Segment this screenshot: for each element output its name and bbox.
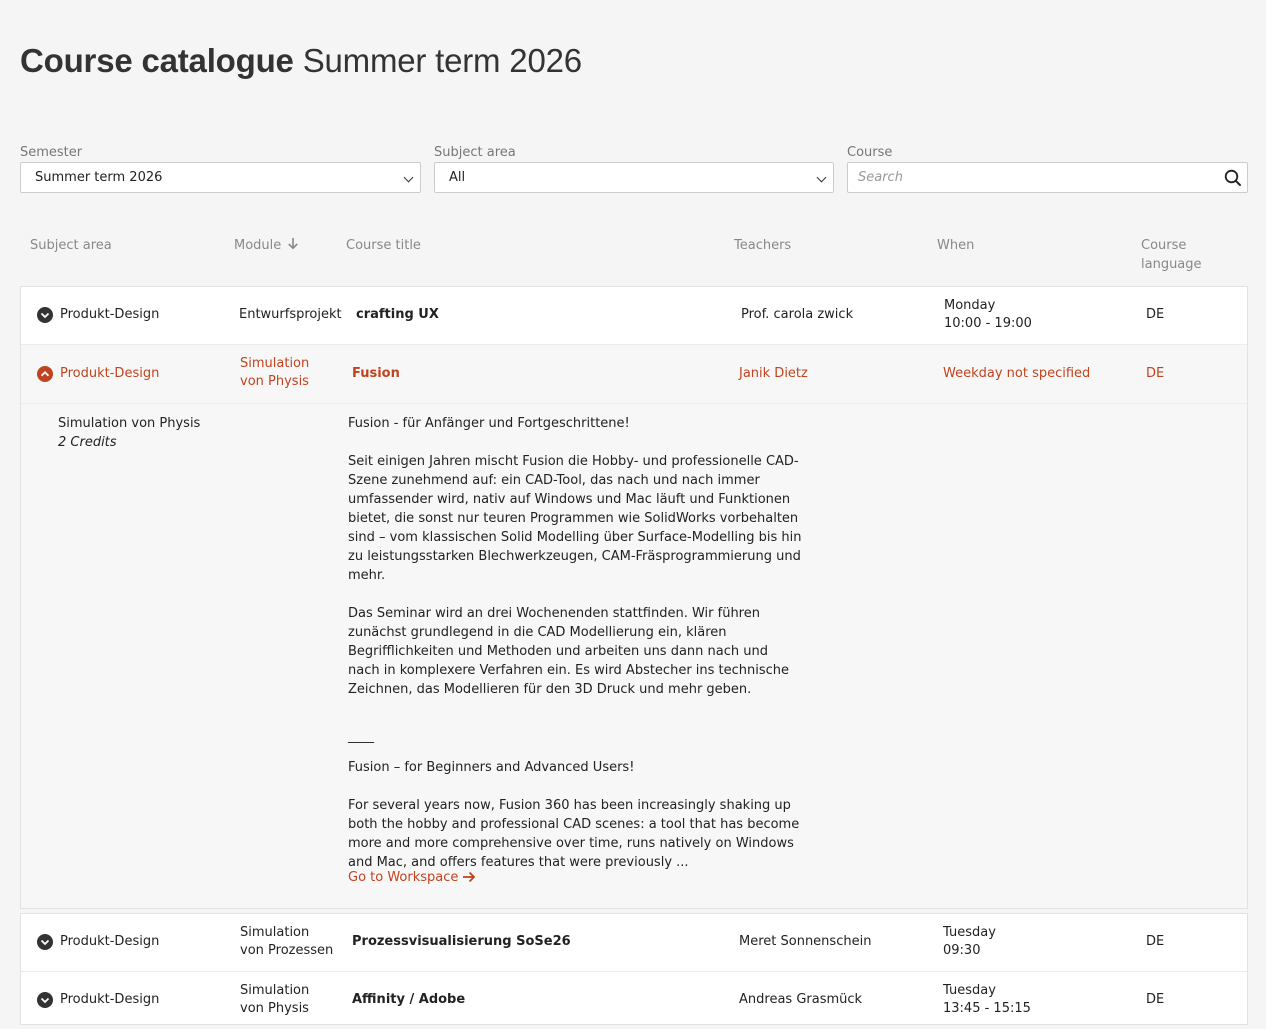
row-module-line1: Simulation xyxy=(240,356,310,371)
row-course-title[interactable]: Fusion xyxy=(352,365,400,383)
col-when[interactable]: When xyxy=(937,236,974,255)
row-when-time: 13:45 - 15:15 xyxy=(943,1001,1031,1016)
row-teacher: Prof. carola zwick xyxy=(741,307,854,322)
row-teacher: Meret Sonnenschein xyxy=(739,934,872,949)
page-title-term: Summer term 2026 xyxy=(302,42,582,79)
description-paragraph: Seit einigen Jahren mischt Fusion die Ho… xyxy=(348,454,802,583)
chevron-down-circle-icon[interactable] xyxy=(37,934,53,950)
col-module-label: Module xyxy=(234,238,282,253)
col-subject-area[interactable]: Subject area xyxy=(30,236,112,255)
col-course-title[interactable]: Course title xyxy=(346,236,421,255)
go-to-workspace-label: Go to Workspace xyxy=(348,870,459,885)
row-course-title[interactable]: crafting UX xyxy=(356,306,439,324)
course-catalogue-page: Course catalogue Summer term 2026 Semest… xyxy=(0,0,1266,1025)
semester-select[interactable]: Summer term 2026 xyxy=(20,162,421,193)
course-filter: Course Search xyxy=(847,145,1248,193)
row-teacher: Andreas Grasmück xyxy=(739,992,863,1007)
chevron-down-icon xyxy=(816,172,827,183)
chevron-down-circle-icon[interactable] xyxy=(37,992,53,1008)
col-language-line1: Course xyxy=(1141,238,1187,253)
detail-meta: Simulation von Physis 2 Credits xyxy=(58,414,200,452)
row-module: Simulation von Physis xyxy=(240,355,309,391)
row-subject: Produkt-Design xyxy=(60,934,160,949)
subject-filter: Subject area All xyxy=(434,145,834,193)
course-search-input[interactable]: Search xyxy=(847,162,1248,193)
chevron-down-icon xyxy=(403,172,414,183)
table-row[interactable]: Produkt-Design Simulation von Physis Aff… xyxy=(21,971,1247,1029)
chevron-up-circle-icon[interactable] xyxy=(37,366,53,382)
row-when-time: 09:30 xyxy=(943,943,981,958)
course-list-card: Produkt-Design Simulation von Prozessen … xyxy=(20,913,1248,1025)
search-icon[interactable] xyxy=(1223,168,1243,199)
row-teacher: Janik Dietz xyxy=(739,366,808,381)
col-teachers[interactable]: Teachers xyxy=(734,236,791,255)
detail-module: Simulation von Physis xyxy=(58,416,201,431)
course-detail: Simulation von Physis 2 Credits Fusion -… xyxy=(21,403,1247,908)
row-language: DE xyxy=(1146,307,1165,322)
table-row[interactable]: Produkt-Design Simulation von Prozessen … xyxy=(21,914,1247,971)
go-to-workspace-link[interactable]: Go to Workspace xyxy=(348,869,476,887)
course-search-placeholder: Search xyxy=(858,170,903,185)
sort-arrow-down-icon xyxy=(288,238,299,250)
description-separator: ____ xyxy=(348,729,374,744)
arrow-right-icon xyxy=(463,871,476,883)
semester-select-value: Summer term 2026 xyxy=(35,170,163,185)
subject-select[interactable]: All xyxy=(434,162,834,193)
row-module-line1: Simulation xyxy=(240,925,310,940)
subject-label: Subject area xyxy=(434,145,516,160)
row-subject: Produkt-Design xyxy=(60,366,160,381)
col-course-language[interactable]: Course language xyxy=(1141,236,1202,274)
row-module-line2: von Physis xyxy=(240,1001,309,1016)
row-when-time: 10:00 - 19:00 xyxy=(944,316,1032,331)
row-when-day: Tuesday xyxy=(943,925,996,940)
page-title: Course catalogue Summer term 2026 xyxy=(20,42,582,80)
row-course-title[interactable]: Affinity / Adobe xyxy=(352,991,465,1009)
row-module: Entwurfsprojekt xyxy=(239,307,342,322)
row-module-line1: Simulation xyxy=(240,983,310,998)
row-module: Simulation von Prozessen xyxy=(240,924,333,960)
row-module-line2: von Physis xyxy=(240,374,309,389)
row-language: DE xyxy=(1146,934,1165,949)
row-when-day: Tuesday xyxy=(943,983,996,998)
row-module: Simulation von Physis xyxy=(240,982,309,1018)
subject-select-value: All xyxy=(449,170,466,185)
row-when: Weekday not specified xyxy=(943,366,1091,381)
chevron-down-circle-icon[interactable] xyxy=(37,307,53,323)
page-title-main: Course catalogue xyxy=(20,42,294,79)
row-language: DE xyxy=(1146,992,1165,1007)
course-list-card: Produkt-Design Entwurfsprojekt crafting … xyxy=(20,286,1248,909)
description-paragraph: For several years now, Fusion 360 has be… xyxy=(348,798,800,870)
course-description: Fusion - für Anfänger und Fortgeschritte… xyxy=(348,414,803,891)
course-label: Course xyxy=(847,145,893,160)
row-module-line2: von Prozessen xyxy=(240,943,334,958)
row-when-day: Monday xyxy=(944,298,996,313)
row-language: DE xyxy=(1146,366,1165,381)
semester-label: Semester xyxy=(20,145,83,160)
col-language-line2: language xyxy=(1141,257,1202,272)
row-when: Monday 10:00 - 19:00 xyxy=(944,297,1032,333)
row-subject: Produkt-Design xyxy=(60,992,160,1007)
row-when: Tuesday 09:30 xyxy=(943,924,996,960)
expanded-course: Produkt-Design Simulation von Physis Fus… xyxy=(21,344,1247,908)
description-paragraph: Das Seminar wird an drei Wochenenden sta… xyxy=(348,606,790,697)
description-paragraph: Fusion - für Anfänger und Fortgeschritte… xyxy=(348,416,630,431)
table-row[interactable]: Produkt-Design Entwurfsprojekt crafting … xyxy=(21,287,1247,344)
detail-credits: 2 Credits xyxy=(58,435,117,450)
description-paragraph: Fusion – for Beginners and Advanced User… xyxy=(348,760,635,775)
row-subject: Produkt-Design xyxy=(60,307,160,322)
col-module[interactable]: Module xyxy=(234,236,299,255)
semester-filter: Semester Summer term 2026 xyxy=(20,145,421,193)
table-row[interactable]: Produkt-Design Simulation von Physis Fus… xyxy=(21,345,1247,403)
row-when: Tuesday 13:45 - 15:15 xyxy=(943,982,1031,1018)
row-course-title[interactable]: Prozessvisualisierung SoSe26 xyxy=(352,933,571,951)
